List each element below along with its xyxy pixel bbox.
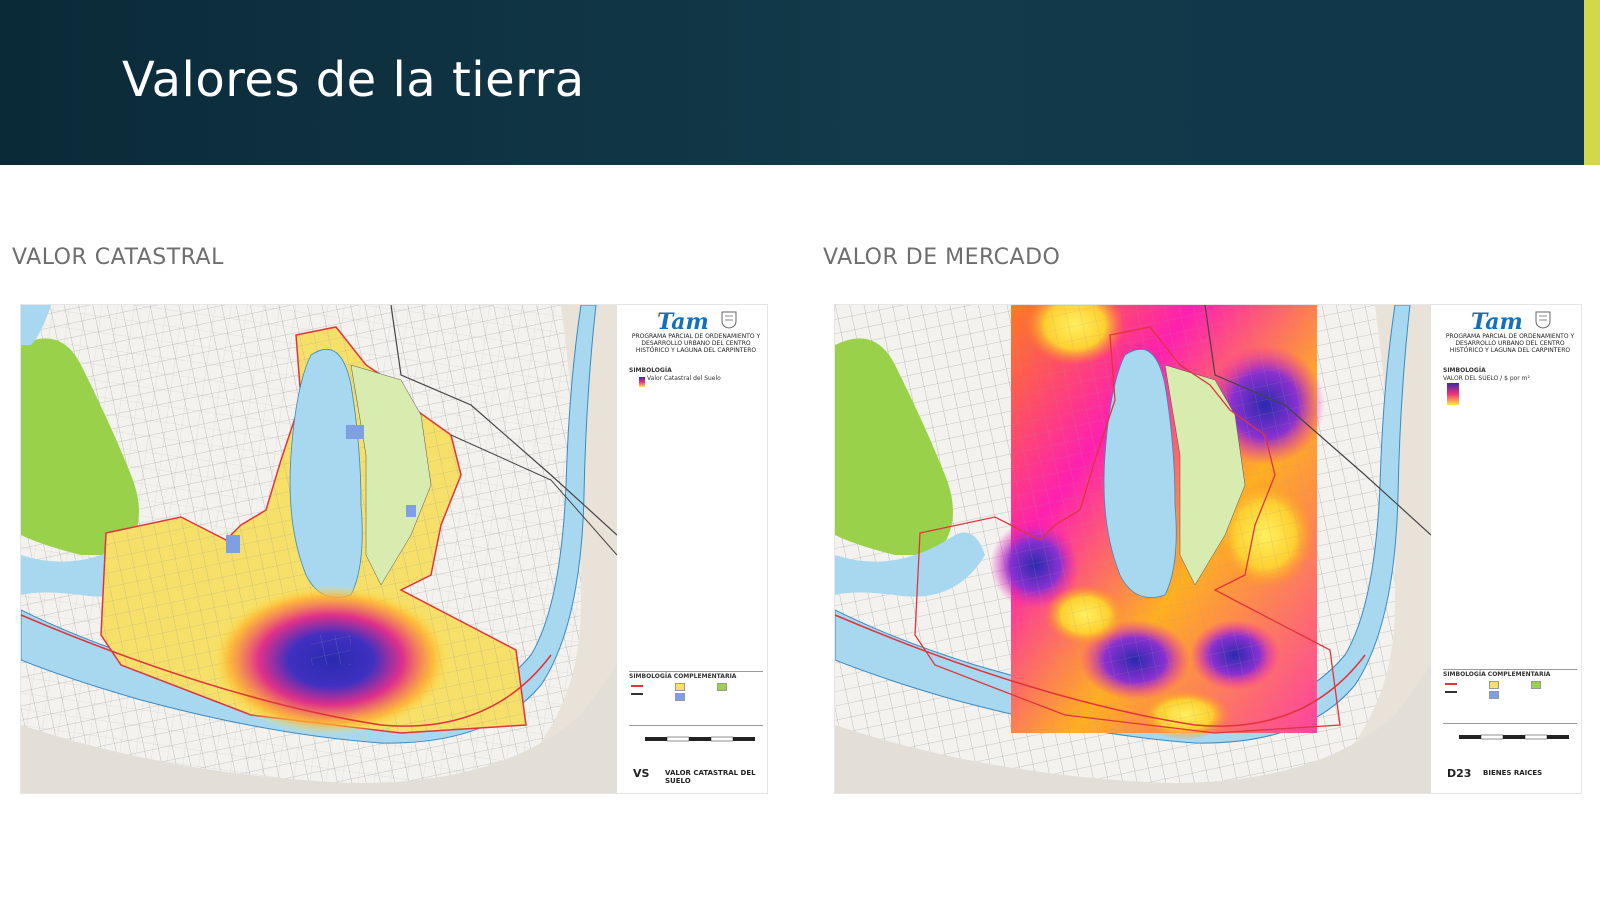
market-value-map-panel: Tam PROGRAMA PARCIAL DE ORDENAMIENTO Y D… bbox=[834, 304, 1582, 794]
sheet-code: VS bbox=[633, 767, 650, 780]
market-map-legend: Tam PROGRAMA PARCIAL DE ORDENAMIENTO Y D… bbox=[1439, 305, 1581, 793]
boundary-symbol bbox=[631, 685, 643, 687]
program-title: PROGRAMA PARCIAL DE ORDENAMIENTO Y DESAR… bbox=[631, 333, 761, 354]
land-use-symbol bbox=[1531, 681, 1541, 689]
legend-heading: SIMBOLOGÍA bbox=[629, 367, 672, 374]
cadastral-value-map bbox=[21, 305, 617, 793]
legend-item-label: Valor Catastral del Suelo bbox=[647, 375, 721, 382]
land-use-symbol bbox=[675, 693, 685, 701]
block bbox=[226, 535, 240, 553]
tam-logo: Tam bbox=[657, 309, 709, 335]
cadastral-map-legend: Tam PROGRAMA PARCIAL DE ORDENAMIENTO Y D… bbox=[625, 305, 767, 793]
market-value-map bbox=[835, 305, 1431, 793]
municipal-seal-icon bbox=[1535, 311, 1551, 329]
scale-bar bbox=[645, 736, 755, 742]
cadastral-value-map-panel: Tam PROGRAMA PARCIAL DE ORDENAMIENTO Y D… bbox=[20, 304, 768, 794]
right-map-subtitle: VALOR DE MERCADO bbox=[823, 245, 1061, 270]
legend-heading: SIMBOLOGÍA bbox=[1443, 367, 1486, 374]
lagoon bbox=[289, 349, 363, 598]
municipal-seal-icon bbox=[721, 311, 737, 329]
block bbox=[346, 425, 364, 439]
lagoon bbox=[1103, 349, 1177, 598]
scale-bar bbox=[1459, 734, 1569, 740]
page-title: Valores de la tierra bbox=[122, 52, 585, 108]
left-map-subtitle: VALOR CATASTRAL bbox=[12, 245, 224, 270]
road-symbol bbox=[631, 693, 643, 695]
complementary-legend-heading: SIMBOLOGÍA COMPLEMENTARIA bbox=[629, 673, 737, 680]
boundary-symbol bbox=[1445, 683, 1457, 685]
sheet-title: BIENES RAICES bbox=[1483, 769, 1543, 777]
sheet-code: D23 bbox=[1447, 767, 1472, 780]
sheet-title: VALOR CATASTRAL DEL SUELO bbox=[665, 769, 756, 785]
legend-item-label: VALOR DEL SUELO / $ por m² bbox=[1443, 375, 1530, 382]
land-use-symbol bbox=[1489, 681, 1499, 689]
program-title: PROGRAMA PARCIAL DE ORDENAMIENTO Y DESAR… bbox=[1445, 333, 1575, 354]
value-color-ramp bbox=[1447, 383, 1459, 405]
tam-logo: Tam bbox=[1471, 309, 1523, 335]
road-symbol bbox=[1445, 691, 1457, 693]
land-use-symbol bbox=[717, 683, 727, 691]
land-use-symbol bbox=[1489, 691, 1499, 699]
block bbox=[406, 505, 416, 517]
complementary-legend-heading: SIMBOLOGÍA COMPLEMENTARIA bbox=[1443, 671, 1551, 678]
accent-bar bbox=[1584, 0, 1600, 165]
value-color-ramp bbox=[639, 377, 645, 387]
land-use-symbol bbox=[675, 683, 685, 691]
